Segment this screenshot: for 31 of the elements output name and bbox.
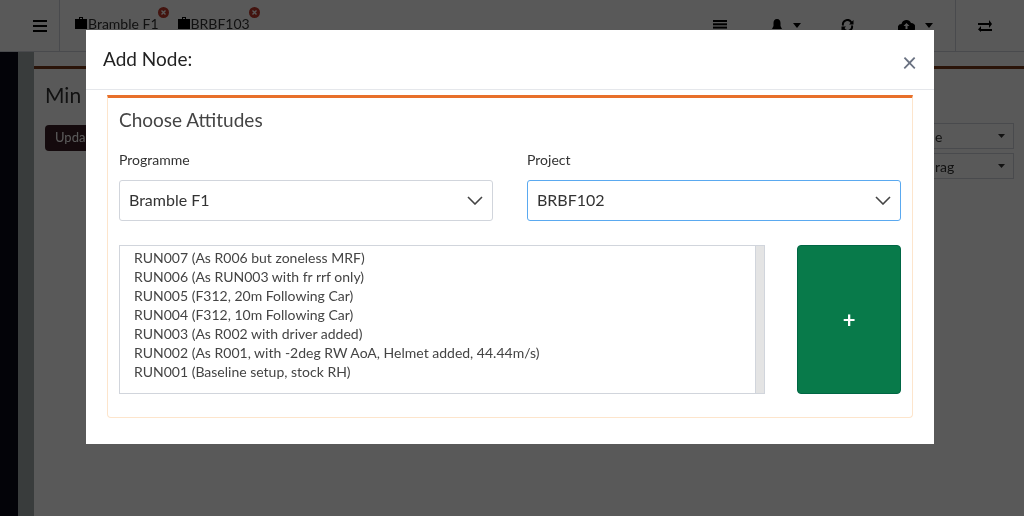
transfer-icon[interactable]	[978, 19, 992, 32]
close-badge-icon[interactable]	[248, 6, 260, 18]
run-option[interactable]: RUN004 (F312, 10m Following Car)	[134, 304, 756, 324]
briefcase-icon	[74, 16, 88, 29]
select-field[interactable]: BRBF102	[527, 179, 901, 221]
chevron-down-icon	[875, 195, 891, 205]
caret-icon[interactable]	[925, 23, 933, 28]
briefcase-icon	[176, 16, 191, 29]
run-option[interactable]: RUN005 (F312, 20m Following Car)	[134, 285, 756, 305]
close-badge-icon[interactable]	[157, 6, 169, 18]
run-listbox[interactable]	[119, 244, 766, 394]
menu-icon[interactable]	[33, 19, 47, 32]
run-option[interactable]: RUN006 (As RUN003 with fr rrf only)	[134, 266, 756, 286]
chevron-down-icon	[467, 195, 483, 205]
caret-icon	[998, 164, 1005, 168]
close-button[interactable]: ×	[901, 48, 917, 75]
modal-title: Add Node:	[103, 46, 193, 73]
page-title: Min	[45, 81, 82, 109]
field-label: Programme	[119, 149, 191, 170]
run-option[interactable]: RUN007 (As R006 but zoneless MRF)	[134, 247, 756, 267]
caret-icon	[998, 134, 1005, 138]
bell-icon[interactable]	[771, 19, 783, 32]
run-option[interactable]: RUN002 (As R001, with -2deg RW AoA, Helmet added, 44.44m/s)	[134, 342, 756, 362]
field-label: Project	[527, 149, 572, 170]
caret-icon[interactable]	[793, 23, 801, 28]
run-option[interactable]: RUN001 (Baseline setup, stock RH)	[134, 361, 756, 381]
run-option[interactable]: RUN003 (As R002 with driver added)	[134, 323, 756, 343]
select-field[interactable]: Bramble F1	[119, 179, 493, 221]
card-title: Choose Attitudes	[119, 107, 264, 133]
scrollbar[interactable]	[755, 245, 765, 393]
add-button[interactable]: +	[797, 244, 901, 394]
